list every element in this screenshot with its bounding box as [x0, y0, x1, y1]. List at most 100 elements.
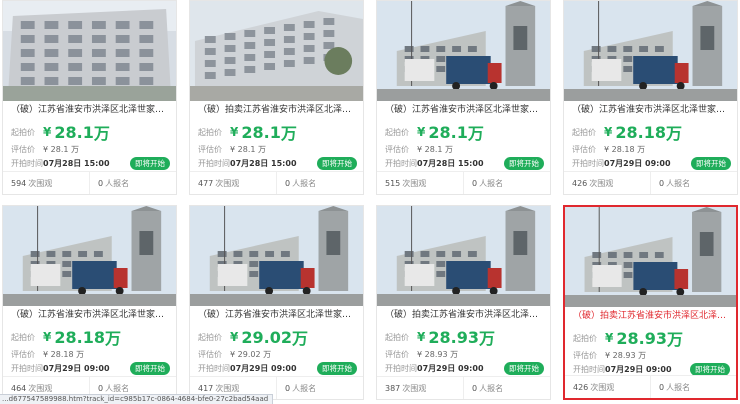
- price-unit: 万: [478, 329, 495, 348]
- listing-card[interactable]: （破）江苏省淮安市洪泽区北泽世家小... 起拍价 ¥ 28.18 万 评估价 ¥…: [563, 0, 738, 195]
- listing-title[interactable]: （破）江苏省淮安市洪泽区北泽世家小...: [385, 102, 544, 118]
- start-time-label: 开拍时间: [198, 158, 230, 168]
- views-count: 464 次围观: [3, 383, 89, 394]
- eval-price-value: ¥ 28.1 万: [43, 144, 79, 154]
- eval-price-row: 评估价 ¥ 28.93 万: [385, 348, 458, 360]
- status-badge: 即将开始: [504, 361, 544, 375]
- start-price-label: 起拍价: [385, 127, 409, 137]
- start-price-label: 起拍价: [11, 127, 35, 137]
- signups-count: 0 人报名: [463, 377, 550, 399]
- listing-card[interactable]: （破）拍卖江苏省淮安市洪泽区北泽世... 起拍价 ¥ 28.93 万 评估价 ¥…: [563, 205, 738, 400]
- currency-symbol: ¥: [417, 330, 426, 344]
- signups-number: 0: [472, 383, 478, 393]
- street-truck-photo: [565, 207, 736, 307]
- signups-label: 人报名: [666, 382, 691, 392]
- start-price-value: 28.1: [54, 122, 94, 142]
- building-photo: [190, 1, 363, 101]
- start-time-row: 开拍时间 07月29日 09:00 即将开始: [198, 361, 357, 375]
- signups-count: 0 人报名: [276, 172, 363, 194]
- currency-symbol: ¥: [230, 330, 239, 344]
- signups-label: 人报名: [666, 178, 691, 188]
- currency-symbol: ¥: [417, 125, 426, 139]
- start-time-row: 开拍时间 07月29日 09:00 即将开始: [385, 361, 544, 375]
- listing-stats: 594 次围观 0 人报名: [3, 171, 176, 194]
- listing-card[interactable]: （破）江苏省淮安市洪泽区北泽世家小... 起拍价 ¥ 29.02 万 评估价 ¥…: [189, 205, 364, 400]
- signups-count: 0 人报名: [650, 376, 736, 398]
- listing-title[interactable]: （破）江苏省淮安市洪泽区北泽世家小...: [198, 307, 357, 323]
- start-price-row: 起拍价 ¥ 29.02 万: [198, 327, 308, 349]
- views-count: 515 次围观: [377, 178, 463, 189]
- start-time-value: 07月29日 09:00: [43, 363, 110, 373]
- signups-count: 0 人报名: [650, 172, 737, 194]
- status-badge: 即将开始: [691, 156, 731, 170]
- listing-card[interactable]: （破）拍卖江苏省淮安市洪泽区北泽世... 起拍价 ¥ 28.1 万 评估价 ¥ …: [189, 0, 364, 195]
- eval-price-label: 评估价: [198, 349, 222, 359]
- eval-price-row: 评估价 ¥ 29.02 万: [198, 348, 271, 360]
- eval-price-label: 评估价: [573, 350, 597, 360]
- listing-photo[interactable]: [3, 1, 176, 101]
- signups-count: 0 人报名: [89, 172, 176, 194]
- listing-stats: 426 次围观 0 人报名: [564, 171, 737, 194]
- start-time-label: 开拍时间: [573, 364, 605, 374]
- eval-price-row: 评估价 ¥ 28.18 万: [572, 143, 645, 155]
- price-unit: 万: [93, 124, 110, 143]
- listing-title[interactable]: （破）江苏省淮安市洪泽区北泽世家小...: [572, 102, 731, 118]
- views-count: 426 次围观: [565, 382, 650, 393]
- eval-price-value: ¥ 28.18 万: [604, 144, 646, 154]
- listing-title[interactable]: （破）拍卖江苏省淮安市洪泽区北泽世...: [198, 102, 357, 118]
- views-number: 417: [198, 383, 214, 393]
- listing-photo[interactable]: [564, 1, 737, 101]
- listing-photo[interactable]: [190, 1, 363, 101]
- listing-photo[interactable]: [190, 206, 363, 306]
- listing-grid: （破）江苏省淮安市洪泽区北泽世家小区... 起拍价 ¥ 28.1 万 评估价 ¥…: [0, 0, 740, 404]
- listing-title[interactable]: （破）江苏省淮安市洪泽区北泽世家小区...: [11, 102, 170, 118]
- signups-label: 人报名: [479, 383, 504, 393]
- views-label: 次围观: [215, 178, 240, 188]
- views-number: 515: [385, 178, 401, 188]
- listing-stats: 426 次围观 0 人报名: [565, 375, 736, 398]
- listing-card[interactable]: （破）拍卖江苏省淮安市洪泽区北泽世... 起拍价 ¥ 28.93 万 评估价 ¥…: [376, 205, 551, 400]
- listing-card[interactable]: （破）江苏省淮安市洪泽区北泽世家小区... 起拍价 ¥ 28.1 万 评估价 ¥…: [2, 0, 177, 195]
- building-photo: [3, 1, 176, 101]
- listing-title[interactable]: （破）拍卖江苏省淮安市洪泽区北泽世...: [573, 308, 730, 324]
- street-truck-photo: [377, 206, 550, 306]
- start-time-label: 开拍时间: [385, 158, 417, 168]
- signups-number: 0: [285, 383, 291, 393]
- eval-price-label: 评估价: [11, 144, 35, 154]
- start-time-value: 07月29日 09:00: [605, 364, 672, 374]
- start-price-row: 起拍价 ¥ 28.18 万: [572, 122, 682, 144]
- listing-photo[interactable]: [377, 1, 550, 101]
- start-price-value: 28.18: [615, 122, 666, 142]
- eval-price-label: 评估价: [198, 144, 222, 154]
- eval-price-row: 评估价 ¥ 28.1 万: [11, 143, 79, 155]
- start-time-value: 07月29日 09:00: [604, 158, 671, 168]
- start-price-row: 起拍价 ¥ 28.1 万: [11, 122, 110, 144]
- eval-price-label: 评估价: [11, 349, 35, 359]
- eval-price-row: 评估价 ¥ 28.93 万: [573, 349, 646, 361]
- listing-photo[interactable]: [565, 207, 736, 307]
- price-unit: 万: [280, 124, 297, 143]
- signups-number: 0: [285, 178, 291, 188]
- views-count: 387 次围观: [377, 383, 463, 394]
- views-label: 次围观: [28, 383, 53, 393]
- signups-label: 人报名: [105, 383, 130, 393]
- views-label: 次围观: [215, 383, 240, 393]
- views-count: 426 次围观: [564, 178, 650, 189]
- listing-card[interactable]: （破）江苏省淮安市洪泽区北泽世家小... 起拍价 ¥ 28.18 万 评估价 ¥…: [2, 205, 177, 400]
- views-number: 426: [572, 178, 588, 188]
- start-time-row: 开拍时间 07月29日 09:00 即将开始: [573, 362, 730, 376]
- start-price-value: 28.1: [241, 122, 281, 142]
- listing-title[interactable]: （破）江苏省淮安市洪泽区北泽世家小...: [11, 307, 170, 323]
- status-badge: 即将开始: [130, 156, 170, 170]
- start-price-value: 28.18: [54, 327, 105, 347]
- listing-card[interactable]: （破）江苏省淮安市洪泽区北泽世家小... 起拍价 ¥ 28.1 万 评估价 ¥ …: [376, 0, 551, 195]
- listing-photo[interactable]: [377, 206, 550, 306]
- views-label: 次围观: [590, 382, 615, 392]
- eval-price-row: 评估价 ¥ 28.1 万: [198, 143, 266, 155]
- views-label: 次围观: [28, 178, 53, 188]
- listing-photo[interactable]: [3, 206, 176, 306]
- listing-title[interactable]: （破）拍卖江苏省淮安市洪泽区北泽世...: [385, 307, 544, 323]
- start-time-label: 开拍时间: [385, 363, 417, 373]
- eval-price-label: 评估价: [385, 144, 409, 154]
- signups-count: 0 人报名: [463, 172, 550, 194]
